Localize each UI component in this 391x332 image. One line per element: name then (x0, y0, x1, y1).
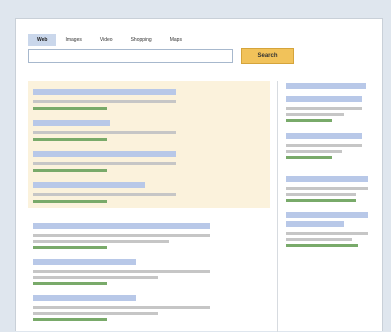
result-snippet (33, 240, 169, 243)
result-title[interactable] (33, 151, 176, 157)
sidebar-ad-title[interactable] (286, 176, 368, 182)
result-url (33, 107, 107, 110)
result-url (33, 246, 107, 249)
sidebar-ad-snippet (286, 144, 362, 147)
tab-shopping[interactable]: Shopping (122, 34, 161, 46)
sidebar-ad-snippet (286, 107, 362, 110)
result-title[interactable] (33, 182, 145, 188)
sidebar-ad-snippet (286, 113, 344, 116)
sidebar-ad-title[interactable] (286, 96, 362, 102)
tab-web[interactable]: Web (28, 34, 57, 46)
sidebar-ad-title[interactable] (286, 83, 366, 89)
tab-video[interactable]: Video (91, 34, 122, 46)
sidebar-ad-url (286, 156, 332, 159)
result-snippet (33, 306, 210, 309)
result-snippet (33, 193, 176, 196)
result-snippet (33, 162, 176, 165)
result-url (33, 169, 107, 172)
sidebar-ad-snippet (286, 150, 342, 153)
result-snippet (33, 234, 210, 237)
result-title[interactable] (33, 89, 176, 95)
column-divider (277, 81, 278, 332)
result-snippet (33, 131, 176, 134)
sidebar-ad-title[interactable] (286, 212, 368, 218)
result-snippet (33, 270, 210, 273)
result-url (33, 138, 107, 141)
search-vertical-tabs: Web Images Video Shopping Maps (28, 34, 191, 49)
sidebar-ad-url (286, 244, 358, 247)
sidebar-ad-snippet (286, 232, 368, 235)
sidebar-ad-snippet (286, 187, 368, 190)
sidebar-ad-url (286, 119, 332, 122)
tab-images[interactable]: Images (56, 34, 90, 46)
search-button[interactable]: Search (241, 48, 294, 64)
browser-page: Web Images Video Shopping Maps Search (15, 18, 383, 332)
result-snippet (33, 312, 158, 315)
result-url (33, 318, 107, 321)
search-input[interactable] (28, 49, 233, 63)
sidebar-ad-snippet (286, 238, 352, 241)
sidebar-ad-snippet (286, 193, 356, 196)
result-title[interactable] (33, 223, 210, 229)
result-url (33, 200, 107, 203)
result-snippet (33, 100, 176, 103)
result-title[interactable] (33, 295, 136, 301)
result-title[interactable] (33, 259, 136, 265)
sidebar-ad-title[interactable] (286, 221, 344, 227)
sidebar-ad-title[interactable] (286, 133, 362, 139)
result-url (33, 282, 107, 285)
sidebar-ad-url (286, 199, 356, 202)
result-snippet (33, 276, 158, 279)
tab-maps[interactable]: Maps (161, 34, 191, 46)
result-title[interactable] (33, 120, 110, 126)
